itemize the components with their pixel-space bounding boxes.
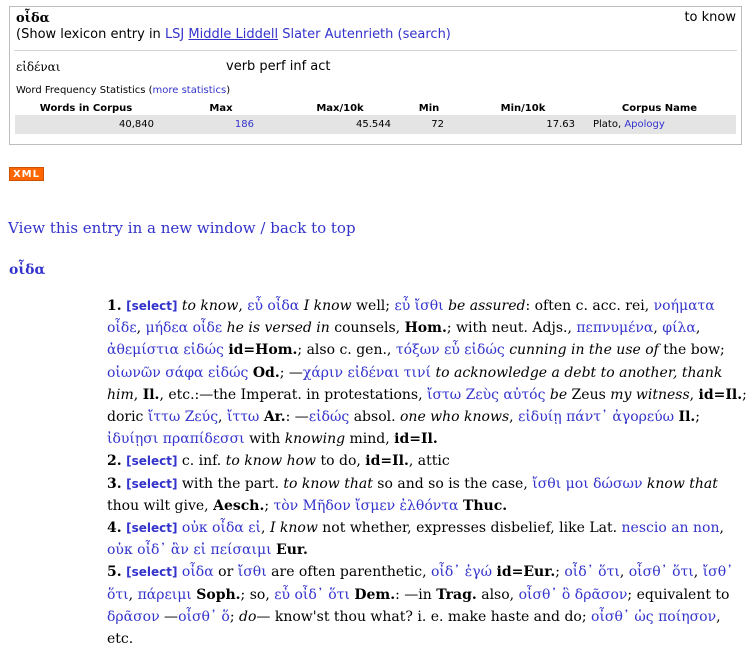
sense-5: 5. [select] οἶδα or ἴσθι are often paren…: [107, 564, 734, 648]
word-info-box: οἶδα to know (Show lexicon entry in LSJ …: [9, 6, 742, 145]
apology-link[interactable]: Apology: [624, 119, 664, 130]
max-link[interactable]: 186: [235, 119, 254, 130]
word-parse: verb perf inf act: [226, 59, 331, 74]
lexicon-links-line: (Show lexicon entry in LSJ Middle Liddel…: [16, 27, 451, 42]
col-max-10k: Max/10k: [316, 103, 364, 114]
frequency-data-row: 40,840 186 45.544 72 17.63 Plato, Apolog…: [15, 115, 736, 134]
entry-navigation: View this entry in a new window / back t…: [8, 219, 356, 237]
lexicon-link-lsj[interactable]: LSJ: [165, 27, 184, 42]
cell-min: 72: [395, 115, 463, 134]
sense-1: 1. [select] to know, εὖ οἶδα I know well…: [107, 298, 747, 448]
cell-max-10k: 45.544: [285, 115, 395, 134]
entry-definitions: 1. [select] to know, εὖ οἶδα I know well…: [107, 295, 747, 650]
col-min: Min: [418, 103, 440, 114]
frequency-table: Words in Corpus Max Max/10k Min Min/10k …: [15, 101, 736, 134]
select-link-4[interactable]: [select]: [126, 521, 177, 535]
nav-separator: /: [260, 219, 266, 237]
select-link-2[interactable]: [select]: [126, 454, 177, 468]
col-max: Max: [209, 103, 233, 114]
frequency-header-row: Words in Corpus Max Max/10k Min Min/10k …: [15, 101, 736, 115]
lexicon-link-slater[interactable]: Slater: [282, 27, 320, 42]
sense-3: 3. [select] with the part. to know that …: [107, 475, 718, 514]
search-link[interactable]: (search): [398, 27, 451, 42]
col-corpus-name: Corpus Name: [621, 103, 698, 114]
view-new-window-link[interactable]: View this entry in a new window: [8, 219, 256, 237]
frequency-title: Word Frequency Statistics (more statisti…: [16, 85, 231, 96]
select-link-3[interactable]: [select]: [126, 477, 177, 491]
cell-words: 40,840: [15, 115, 157, 134]
word-form: εἰδέναι: [16, 60, 61, 74]
divider: [14, 50, 737, 51]
sense-2: 2. [select] c. inf. to know how to do, i…: [107, 453, 450, 470]
cell-min-10k: 17.63: [463, 115, 583, 134]
gloss: to know: [684, 10, 736, 25]
col-words-in-corpus: Words in Corpus: [39, 103, 133, 114]
more-statistics-link[interactable]: more statistics: [153, 85, 227, 96]
sense-4: 4. [select] οὐκ οἶδα εἰ, I know not whet…: [107, 520, 724, 559]
back-to-top-link[interactable]: back to top: [270, 219, 355, 237]
lexicon-link-middle-liddell[interactable]: Middle Liddell: [188, 27, 278, 42]
lemma: οἶδα: [16, 11, 50, 26]
col-min-10k: Min/10k: [500, 103, 546, 114]
xml-badge-button[interactable]: XML: [9, 167, 44, 181]
select-link-1[interactable]: [select]: [126, 299, 177, 313]
cell-corpus-name: Plato, Apology: [583, 115, 736, 134]
cell-max[interactable]: 186: [157, 115, 285, 134]
lexicon-link-autenrieth[interactable]: Autenrieth: [325, 27, 394, 42]
entry-headword: οἶδα: [9, 262, 46, 278]
select-link-5[interactable]: [select]: [126, 565, 177, 579]
lexicon-prefix: (Show lexicon entry in: [16, 27, 165, 42]
